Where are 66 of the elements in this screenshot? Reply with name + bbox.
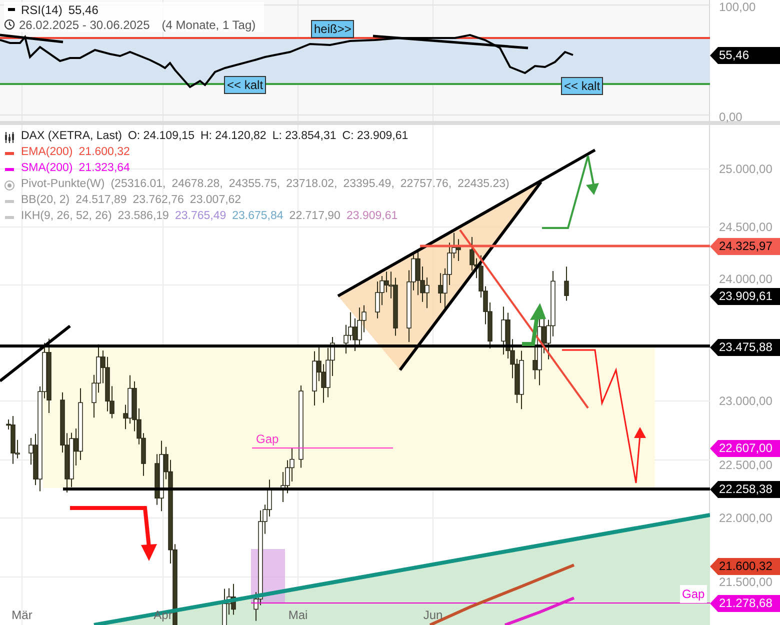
time-axis-label: Mär [12, 607, 32, 624]
legend-label: Pivot-Punkte(W) [21, 177, 105, 192]
legend-label: DAX (XETRA, Last) [21, 129, 122, 144]
legend-value: 24355.75, [228, 177, 280, 192]
legend-value: L: 23.854,31 [272, 129, 336, 144]
legend-value: 23.007,62 [190, 193, 242, 208]
legend-label: BB(20, 2) [21, 193, 70, 208]
legend-value: 22435.23) [458, 177, 510, 192]
axis-tick-label: 100,00 [719, 0, 756, 16]
axis-tick-label: 22.500,00 [719, 459, 772, 471]
clock-icon [4, 19, 15, 30]
price-tag: 55,46 [710, 47, 780, 64]
legend-value: 23718.02, [286, 177, 338, 192]
target-icon [4, 180, 15, 190]
axis-tick-label: 22.000,00 [719, 512, 772, 524]
axis-tick-label: 0,00 [719, 109, 742, 126]
axis-tick-label: 24.000,00 [719, 273, 772, 285]
legend-value: 23395.49, [343, 177, 394, 192]
legend-value: 22.717,90 [289, 209, 340, 224]
time-axis-label: Jun [423, 607, 443, 624]
gap-label: Gap [256, 431, 279, 448]
legend-value: 23.765,49 [174, 209, 226, 224]
legend-value: 21.323,64 [78, 161, 130, 176]
axis-tick-label: 25.000,00 [719, 163, 772, 175]
candlestick-icon [4, 132, 15, 142]
legend-value: C: 23.909,61 [342, 129, 408, 144]
zone-label: << kalt [561, 77, 604, 95]
axis-tick-label: 23.000,00 [719, 395, 772, 407]
price-tag: 24.325,97 [710, 238, 780, 255]
date-range: 26.02.2025 - 30.06.2025 [19, 18, 150, 32]
axis-tick-label: 21.500,00 [719, 576, 772, 588]
legend-label: EMA(200) [21, 145, 73, 160]
price-tag: 22.258,38 [710, 481, 780, 498]
legend-label: RSI(14) [21, 2, 62, 16]
period-label: (4 Monate, 1 Tag) [162, 18, 256, 32]
zone-label: heiß>> [311, 20, 354, 38]
axis-tick-label: 24.500,00 [719, 221, 772, 233]
trend-line [0, 324, 71, 382]
arrow-icon [522, 303, 546, 346]
arrow-icon [70, 506, 157, 561]
legend-value: (25316.01, [110, 177, 166, 192]
legend-label: SMA(200) [21, 161, 73, 176]
legend-value: 55,46 [68, 2, 98, 16]
legend-value: 24.517,89 [76, 193, 127, 208]
price-tag: 22.607,00 [710, 440, 780, 457]
price-tag: 21.600,32 [710, 558, 780, 575]
sma-line [504, 596, 575, 625]
legend-value: 23.909,61 [346, 209, 398, 224]
time-axis-label: Mai [288, 607, 308, 624]
arrow-icon [542, 155, 599, 229]
trend-line [0, 34, 64, 44]
legend-value: 23.675,84 [232, 209, 284, 224]
price-tag: 23.475,88 [710, 339, 780, 356]
legend-value: 21.600,32 [78, 145, 130, 160]
zone-label: << kalt [224, 76, 266, 94]
legend-value: 22757.76, [400, 177, 452, 192]
price-tag: 23.909,61 [710, 288, 780, 305]
legend-value: H: 24.120,82 [200, 129, 266, 144]
gap-label: Gap [680, 585, 707, 603]
arrow-icon [562, 349, 646, 484]
legend-label: IKH(9, 26, 52, 26) [21, 209, 112, 224]
legend-value: 24678.28, [172, 177, 223, 192]
price-tag: 21.278,68 [710, 595, 780, 612]
legend-value: O: 24.109,15 [128, 129, 194, 144]
legend-value: 23.586,19 [118, 209, 169, 224]
legend-value: 23.762,76 [132, 193, 184, 208]
